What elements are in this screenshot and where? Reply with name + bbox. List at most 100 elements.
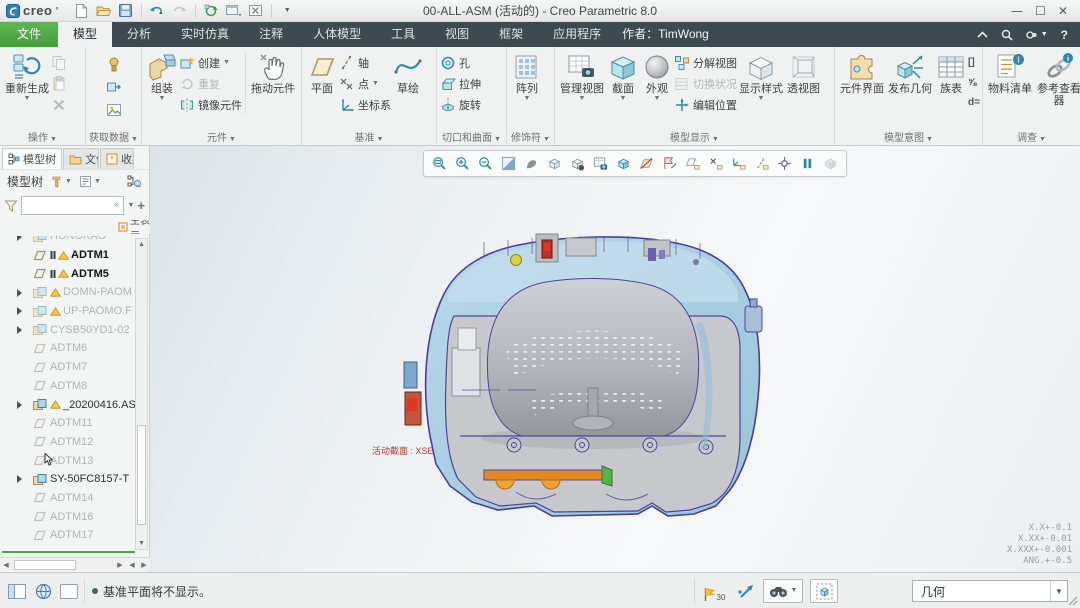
scroll-right-icon[interactable]: ▶ [114,561,126,569]
tree-item[interactable]: ADTM8 [0,377,136,396]
tree-item[interactable]: ADTM17 [0,526,136,545]
zoom-out-icon[interactable] [475,153,496,174]
minimize-icon[interactable]: — [1011,4,1023,18]
regenerate-button[interactable]: 重新生成 ▼ [3,50,51,105]
tree-item[interactable]: HONGKAO [0,236,136,246]
exploded-view-button[interactable]: 分解视图 [674,55,737,71]
group-label-component[interactable]: 元件▼ [142,129,301,144]
point-tag-display-icon[interactable] [705,153,726,174]
pause-icon[interactable] [797,153,818,174]
collapse-ribbon-icon[interactable] [977,31,988,38]
component-interface-button[interactable]: 元件界面 [838,50,886,97]
datum-display-icon[interactable] [636,153,657,174]
copy-geometry-icon[interactable] [106,79,122,95]
ribbon-tab[interactable]: 工具 [376,22,430,47]
notifications-flag-button[interactable]: 30 [701,580,727,602]
tree-search-input[interactable]: × [21,196,124,215]
box-select-button[interactable] [810,579,838,603]
csys-display-icon[interactable] [728,153,749,174]
ribbon-tab[interactable]: 人体模型 [298,22,376,47]
web-browser-icon[interactable] [32,580,54,602]
tree-horizontal-scrollbar[interactable]: ◀ ▶ ◀ ▶ [0,557,150,571]
group-label-model-display[interactable]: 模型显示▼ [555,129,834,144]
publish-geometry-button[interactable]: 发布几何 [886,50,934,97]
assemble-button[interactable]: 组装 ▼ [145,50,179,105]
display-style-button[interactable]: 显示样式 ▼ [737,50,785,105]
delete-icon[interactable] [51,97,67,113]
resize-grip[interactable] [1066,594,1078,606]
toggle-status-button[interactable]: 切换状况 [674,76,737,92]
saved-orientations-icon[interactable] [567,153,588,174]
collector-icon[interactable]: > [820,153,841,174]
scroll-down-icon[interactable]: ▼ [136,538,147,549]
tab-favorites[interactable]: * 收藏夹 [100,148,134,169]
display-style-icon[interactable] [544,153,565,174]
enhanced-realism-icon[interactable] [521,153,542,174]
parameters-button[interactable]: d= [968,95,980,110]
repeat-button[interactable]: 重复 [179,76,242,92]
tree-item[interactable]: ADTM13 [0,451,136,470]
tab-file[interactable]: 文件 [0,22,58,47]
close-window-icon[interactable] [246,2,265,20]
point-button[interactable]: 点▼ [339,76,391,92]
group-label-modifiers[interactable]: 修饰符▼ [507,129,554,144]
pane-right-icon[interactable]: ▶ [138,561,150,569]
sketch-button[interactable]: 草绘 [391,50,425,97]
scroll-up-icon[interactable]: ▲ [136,239,147,250]
expand-arrow-icon[interactable] [17,401,22,409]
open-icon[interactable] [94,2,113,20]
copy-icon[interactable] [51,55,67,71]
axis-display-icon[interactable] [751,153,772,174]
group-label-datum[interactable]: 基准▼ [302,129,436,144]
extrude-button[interactable]: 拉伸 [440,76,481,92]
tree-item[interactable]: ADTM5 [0,264,136,283]
undo-icon[interactable] [148,2,167,20]
tree-item[interactable]: ADTM14 [0,489,136,508]
scrollbar-thumb[interactable] [14,560,76,570]
new-file-icon[interactable] [72,2,91,20]
csys-button[interactable]: 坐标系 [339,97,391,113]
family-table-button[interactable]: 族表 [934,50,968,97]
view-manager-icon[interactable] [590,153,611,174]
tree-item[interactable]: ADTM6 [0,339,136,358]
ribbon-tab[interactable]: 应用程序 [538,22,616,47]
edit-position-button[interactable]: 编辑位置 [674,97,737,113]
ribbon-tab[interactable]: 视图 [430,22,484,47]
tab-model-tree[interactable]: 模型树 [2,148,62,169]
expand-arrow-icon[interactable] [17,326,22,334]
model-arrow-button[interactable] [737,581,757,601]
tree-item[interactable]: SY-50FC8157-T [0,470,136,489]
ribbon-tab[interactable]: 实时仿真 [166,22,244,47]
help-icon[interactable]: ? [1061,28,1068,42]
bom-button[interactable]: i 物料清单 [986,50,1034,97]
pattern-button[interactable]: 阵列 ▼ [510,50,544,105]
tree-item[interactable]: ADTM7 [0,358,136,377]
tree-item[interactable]: ADTM16 [0,507,136,526]
chevron-down-icon[interactable]: ▼ [1050,581,1067,601]
search-icon[interactable] [1001,29,1013,41]
tree-item[interactable]: DOMN-PAOM [0,283,136,302]
pane-left-icon[interactable]: ◀ [126,561,138,569]
tree-item[interactable]: ADTM12 [0,433,136,452]
tree-item[interactable]: CYSB50YD1-02 [0,320,136,339]
tree-item[interactable]: UP-PAOMO.F [0,302,136,321]
ribbon-tab[interactable]: 分析 [112,22,166,47]
ribbon-tab[interactable]: 模型 [58,22,112,47]
search-dropdown-icon[interactable]: ▼ [791,587,798,595]
hole-button[interactable]: 孔 [440,55,481,71]
tree-item[interactable]: _20200416.AS [0,395,136,414]
import-udf-icon[interactable] [106,56,122,72]
close-icon[interactable]: ✕ [1058,4,1068,18]
expand-arrow-icon[interactable] [17,289,22,297]
group-label-operations[interactable]: 操作▼ [0,129,85,144]
perspective-button[interactable]: 透视图 [785,50,822,97]
scroll-left-icon[interactable]: ◀ [0,561,12,569]
sections-button[interactable]: 截面 ▼ [606,50,640,105]
ribbon-tab[interactable]: 注释 [244,22,298,47]
group-label-model-intent[interactable]: 模型意图▼ [835,129,982,144]
search-model-button[interactable]: ▼ [763,579,803,603]
blank-window-icon[interactable] [58,580,80,602]
group-label-investigate[interactable]: 调查▼ [983,129,1080,144]
plane-button[interactable]: 平面 [305,50,339,97]
graphics-viewport[interactable]: > 活动截面 : XSEC0008 X.X+-0.1X.XX+-0.01X.XX… [150,146,1080,572]
